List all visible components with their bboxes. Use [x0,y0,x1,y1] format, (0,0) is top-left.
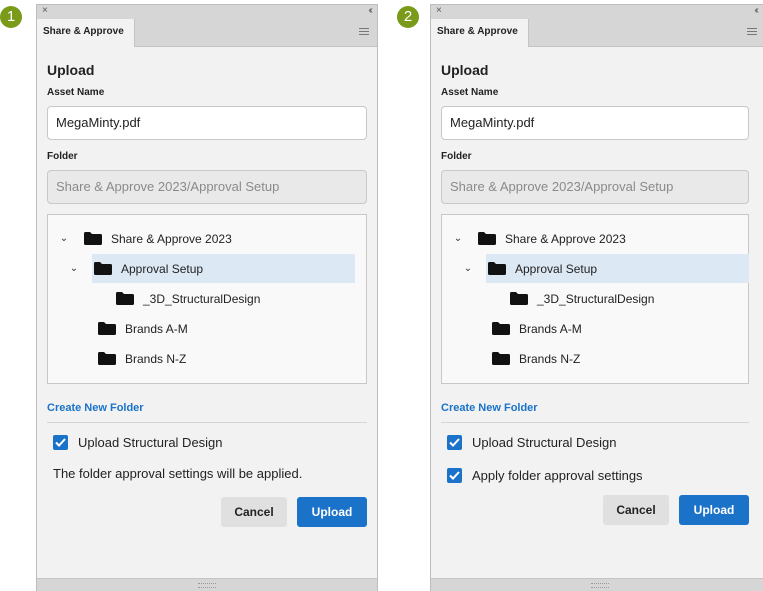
checkbox-checked[interactable] [53,435,68,450]
upload-structural-design-checkbox[interactable]: Upload Structural Design [441,435,749,450]
folder-label: Folder [47,151,78,162]
folder-icon [94,262,112,275]
cancel-button[interactable]: Cancel [603,495,669,525]
panel-footer [431,578,763,591]
tree-item-share-approve-2023[interactable]: ⌄ Share & Approve 2023 [52,224,362,253]
asset-name-field[interactable]: MegaMinty.pdf [441,106,749,140]
checkmark-icon [55,438,66,447]
tree-item-label: Share & Approve 2023 [505,231,626,246]
resize-grip-icon[interactable] [591,583,609,588]
tree-item-label: Brands N-Z [519,351,581,366]
folder-icon [492,352,510,365]
tab-bar: Share & Approve [431,19,763,47]
create-new-folder-link[interactable]: Create New Folder [441,402,749,423]
tree-item-brands-a-m[interactable]: Brands A-M [492,314,582,343]
checkbox-checked[interactable] [447,435,462,450]
chevron-down-icon[interactable]: ⌄ [58,233,70,244]
tree-item-label: Approval Setup [121,261,204,276]
checkbox-label: Apply folder approval settings [472,468,643,483]
apply-folder-approval-checkbox[interactable]: Apply folder approval settings [441,468,749,483]
checkmark-icon [449,438,460,447]
tab-share-approve[interactable]: Share & Approve [431,19,529,47]
tab-share-approve[interactable]: Share & Approve [37,19,135,47]
tree-item-label: Brands A-M [125,321,188,336]
asset-name-field[interactable]: MegaMinty.pdf [47,106,367,140]
tree-item-3d-structural-design[interactable]: _3D_StructuralDesign [510,284,654,313]
tree-item-label: Brands A-M [519,321,582,336]
asset-name-label: Asset Name [441,87,499,98]
cancel-button[interactable]: Cancel [221,497,287,527]
share-approve-panel-1: × ‹‹ Share & Approve Upload Asset Name M… [36,4,378,591]
folder-tree: ⌄ Share & Approve 2023 ⌄ Approval Setup … [441,214,749,384]
approval-settings-note: The folder approval settings will be app… [53,466,303,481]
upload-button[interactable]: Upload [679,495,749,525]
tree-item-approval-setup[interactable]: ⌄ Approval Setup [464,254,749,283]
tree-item-brands-n-z[interactable]: Brands N-Z [492,344,580,373]
close-icon[interactable]: × [436,5,442,17]
checkbox-label: Upload Structural Design [78,435,223,450]
folder-icon [98,352,116,365]
resize-grip-icon[interactable] [198,583,216,588]
collapse-icon[interactable]: ‹‹ [754,5,758,17]
asset-name-label: Asset Name [47,87,105,98]
tree-item-label: Share & Approve 2023 [111,231,232,246]
folder-icon [488,262,506,275]
tree-item-label: Brands N-Z [125,351,187,366]
folder-icon [98,322,116,335]
menu-icon[interactable] [747,28,757,36]
tree-item-label: _3D_StructuralDesign [143,291,261,306]
folder-icon [478,232,496,245]
chevron-down-icon[interactable]: ⌄ [68,263,80,274]
tree-item-label: _3D_StructuralDesign [537,291,655,306]
folder-icon [84,232,102,245]
tree-item-approval-setup[interactable]: ⌄ Approval Setup [70,254,355,283]
checkbox-label: Upload Structural Design [472,435,617,450]
folder-icon [492,322,510,335]
chevron-down-icon[interactable]: ⌄ [462,263,474,274]
upload-button[interactable]: Upload [297,497,367,527]
share-approve-panel-2: × ‹‹ Share & Approve Upload Asset Name M… [430,4,763,591]
folder-icon [510,292,528,305]
collapse-icon[interactable]: ‹‹ [368,5,372,17]
step-badge-1: 1 [0,6,22,28]
upload-structural-design-checkbox[interactable]: Upload Structural Design [47,435,367,450]
tree-item-brands-a-m[interactable]: Brands A-M [98,314,188,343]
panel-footer [37,578,377,591]
create-new-folder-link[interactable]: Create New Folder [47,402,367,423]
tree-item-brands-n-z[interactable]: Brands N-Z [98,344,186,373]
tree-item-share-approve-2023[interactable]: ⌄ Share & Approve 2023 [446,224,744,253]
panel-titlebar: × ‹‹ [431,5,763,19]
folder-icon [116,292,134,305]
checkmark-icon [449,471,460,480]
chevron-down-icon[interactable]: ⌄ [452,233,464,244]
panel-titlebar: × ‹‹ [37,5,377,19]
folder-tree: ⌄ Share & Approve 2023 ⌄ Approval Setup … [47,214,367,384]
tree-item-3d-structural-design[interactable]: _3D_StructuralDesign [116,284,260,313]
page-title: Upload [47,62,95,78]
step-badge-2: 2 [397,6,419,28]
page-title: Upload [441,62,489,78]
folder-label: Folder [441,151,472,162]
tab-bar: Share & Approve [37,19,377,47]
close-icon[interactable]: × [42,5,48,17]
checkbox-checked[interactable] [447,468,462,483]
tree-item-label: Approval Setup [515,261,598,276]
folder-path-field: Share & Approve 2023/Approval Setup [441,170,749,204]
folder-path-field: Share & Approve 2023/Approval Setup [47,170,367,204]
menu-icon[interactable] [359,28,369,36]
